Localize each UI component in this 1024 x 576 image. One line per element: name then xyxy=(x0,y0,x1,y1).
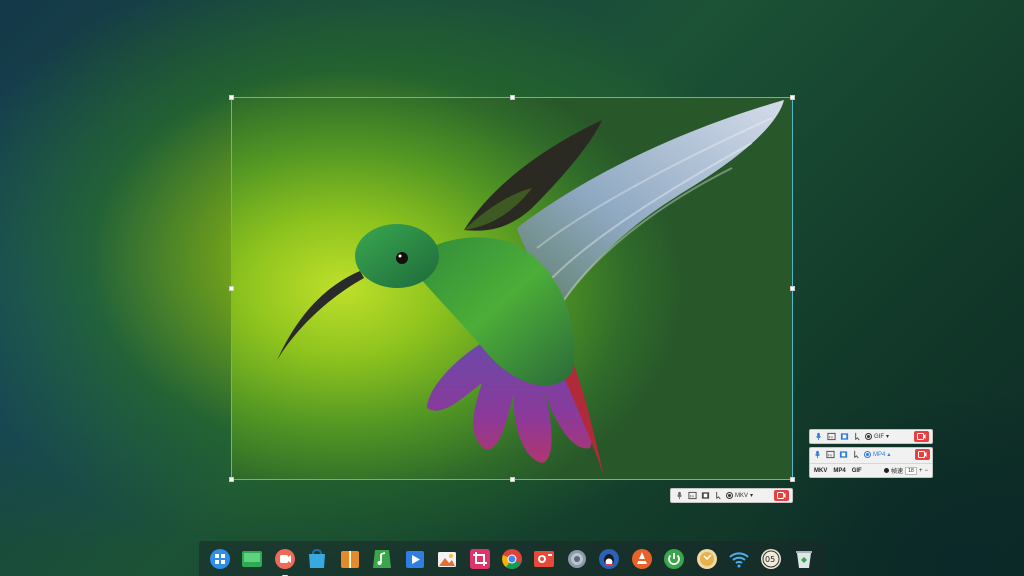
svg-text:Fn: Fn xyxy=(827,453,831,457)
record-start-button[interactable] xyxy=(774,490,789,501)
power-icon[interactable] xyxy=(662,547,686,571)
frame-rate-icon xyxy=(883,468,889,473)
format-selector[interactable]: MKV ▾ xyxy=(726,492,753,499)
record-format-icon xyxy=(726,492,733,499)
settings-icon[interactable] xyxy=(565,547,589,571)
resize-handle-bottom-right[interactable] xyxy=(790,477,795,482)
format-selector[interactable]: MP4 ▴ xyxy=(864,451,890,458)
increase-icon[interactable]: + xyxy=(919,468,923,474)
trash-icon[interactable] xyxy=(792,547,816,571)
eye xyxy=(396,252,408,264)
format-label: MKV xyxy=(735,492,749,499)
microphone-icon[interactable] xyxy=(812,450,822,460)
camera-app-icon[interactable] xyxy=(532,547,556,571)
format-option-gif[interactable]: GIF xyxy=(852,468,862,474)
dock: 05 xyxy=(199,541,825,576)
recording-selection-area[interactable] xyxy=(229,95,795,482)
qq-icon[interactable] xyxy=(597,547,621,571)
webcam-icon[interactable] xyxy=(838,450,848,460)
screen-recorder-icon[interactable] xyxy=(273,547,297,576)
svg-text:Fn: Fn xyxy=(689,494,693,498)
record-start-button[interactable] xyxy=(914,431,929,442)
resize-handle-left[interactable] xyxy=(229,286,234,291)
microphone-icon[interactable] xyxy=(674,491,684,501)
svg-text:05: 05 xyxy=(765,555,775,564)
frame-rate-input[interactable]: 18 xyxy=(904,466,917,475)
microphone-icon[interactable] xyxy=(813,432,823,442)
cursor-icon[interactable] xyxy=(851,450,861,460)
frame-rate-control: 帧速 18 + − xyxy=(883,466,928,475)
decrease-icon[interactable]: − xyxy=(924,468,928,474)
screenshot-icon[interactable] xyxy=(468,547,492,571)
chevron-down-icon: ▾ xyxy=(886,434,890,440)
recorder-toolbar-mkv: Fn MKV ▾ xyxy=(670,488,793,503)
beak xyxy=(276,271,364,363)
app-store-icon[interactable] xyxy=(305,547,329,571)
record-format-icon xyxy=(864,451,871,458)
resize-handle-bottom[interactable] xyxy=(510,477,515,482)
image-viewer-icon[interactable] xyxy=(435,547,459,571)
recorder-panel-mp4: Fn MP4 ▴ MKV MP4 GIF 帧速 18 + − xyxy=(809,447,933,478)
svg-text:Fn: Fn xyxy=(828,435,832,439)
cursor-icon[interactable] xyxy=(713,491,723,501)
recorder-toolbar-gif: Fn GIF ▾ xyxy=(809,429,933,444)
keystroke-icon[interactable]: Fn xyxy=(826,432,836,442)
keystroke-icon[interactable]: Fn xyxy=(825,450,835,460)
resize-handle-bottom-left[interactable] xyxy=(229,477,234,482)
webcam-icon[interactable] xyxy=(700,491,710,501)
desktop-icon[interactable] xyxy=(240,547,264,571)
hummingbird-image xyxy=(276,100,784,476)
resize-handle-top-right[interactable] xyxy=(790,95,795,100)
format-option-mkv[interactable]: MKV xyxy=(814,468,827,474)
format-label: GIF xyxy=(874,433,884,440)
format-options-row: MKV MP4 GIF 帧速 18 + − xyxy=(810,463,932,477)
video-player-icon[interactable] xyxy=(403,547,427,571)
resize-handle-right[interactable] xyxy=(790,286,795,291)
music-icon[interactable] xyxy=(370,547,394,571)
clock-icon[interactable]: 05 xyxy=(759,547,783,571)
calendar-icon[interactable] xyxy=(695,547,719,571)
record-start-icon xyxy=(918,451,927,458)
wifi-icon[interactable] xyxy=(727,547,751,571)
launcher-icon[interactable] xyxy=(208,547,232,571)
record-start-button[interactable] xyxy=(915,449,930,460)
chevron-down-icon: ▾ xyxy=(750,493,754,499)
frame-rate-label: 帧速 xyxy=(890,469,903,475)
cursor-icon[interactable] xyxy=(852,432,862,442)
resize-handle-top[interactable] xyxy=(510,95,515,100)
record-format-icon xyxy=(865,433,872,440)
format-selector[interactable]: GIF ▾ xyxy=(865,433,889,440)
format-label: MP4 xyxy=(873,451,886,458)
keystroke-icon[interactable]: Fn xyxy=(687,491,697,501)
file-archiver-icon[interactable] xyxy=(338,547,362,571)
record-start-icon xyxy=(917,433,926,440)
vlc-icon[interactable] xyxy=(630,547,654,571)
recorder-toolbar-mp4: Fn MP4 ▴ xyxy=(809,447,933,462)
chrome-icon[interactable] xyxy=(500,547,524,571)
chevron-up-icon: ▴ xyxy=(887,452,891,458)
webcam-icon[interactable] xyxy=(839,432,849,442)
resize-handle-top-left[interactable] xyxy=(229,95,234,100)
record-start-icon xyxy=(777,492,786,499)
format-option-mp4[interactable]: MP4 xyxy=(833,468,845,474)
